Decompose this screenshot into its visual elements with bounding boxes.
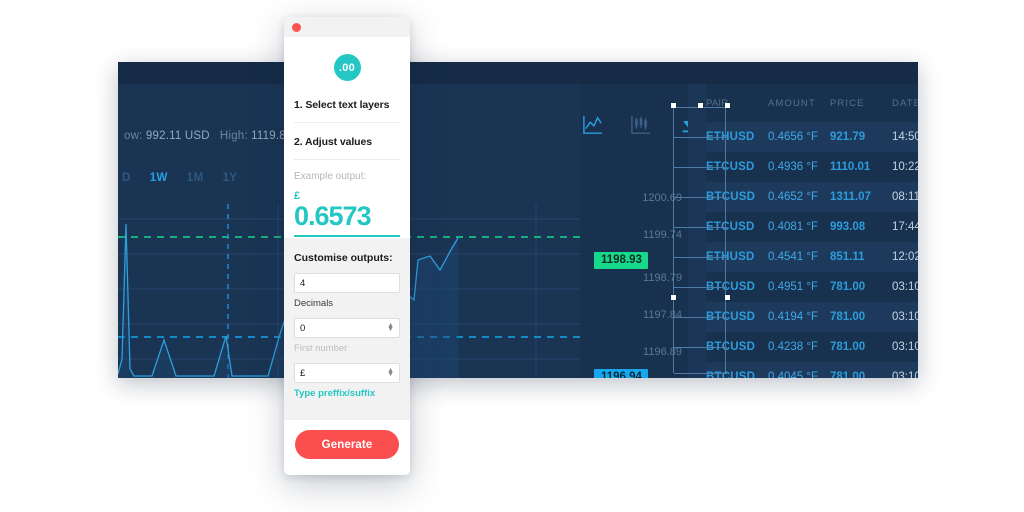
plugin-logo: .00: [333, 54, 361, 81]
customise-outputs-section: Customise outputs: 4 Decimals 0 ▲ ▼ First…: [284, 238, 410, 420]
price-label: 1197.84: [643, 309, 682, 321]
trades-table: PAIR AMOUNT PRICE DATE ETHUSD 0.4656 °F …: [706, 84, 918, 378]
cell-price: 921.79: [830, 131, 866, 143]
cell-amount[interactable]: 0.4238 °F: [768, 341, 830, 353]
table-header-row: PAIR AMOUNT PRICE DATE: [706, 84, 918, 122]
cell-date: 03:10 09/04/17: [892, 371, 918, 378]
first-number-label: First number: [294, 343, 348, 354]
cell-amount[interactable]: 0.4951 °F: [768, 281, 830, 293]
close-icon[interactable]: [292, 23, 301, 32]
cell-amount[interactable]: 0.4936 °F: [768, 161, 830, 173]
price-tag-blue: 1196.94: [594, 369, 648, 378]
timeframe-selector[interactable]: D 1W 1M 1Y: [122, 172, 237, 184]
decimals-input[interactable]: 4: [294, 273, 400, 293]
cell-price: 851.11: [830, 251, 865, 263]
cell-amount[interactable]: 0.4652 °F: [768, 191, 830, 203]
price-label: 1199.74: [643, 229, 682, 241]
table-row[interactable]: BTCUSD 0.4045 °F 781.00 03:10 09/04/17: [706, 362, 918, 378]
price-tag-green: 1198.93: [594, 252, 648, 269]
cell-date: 14:50 18/04/17: [892, 131, 918, 143]
cell-price: 781.00: [830, 371, 866, 378]
trades-table-pane: PAIR AMOUNT PRICE DATE ETHUSD 0.4656 °F …: [688, 84, 918, 378]
cell-amount[interactable]: 0.4541 °F: [768, 251, 830, 263]
price-label: 1196.89: [643, 346, 682, 358]
table-row[interactable]: ETCUSD 0.4081 °F 993.08 17:44 11/04/17: [706, 212, 918, 242]
cell-date: 12:02 10/04/17: [892, 251, 918, 263]
cell-date: 03:10 09/04/17: [892, 281, 918, 293]
cell-price: 781.00: [830, 311, 866, 323]
column-header-price: PRICE: [830, 97, 865, 109]
decimals-label: Decimals: [294, 298, 334, 309]
trading-app-window: ow: 992.11 USD High: 1119.86 USD D 1W 1M…: [118, 62, 918, 378]
cell-price: 781.00: [830, 281, 866, 293]
app-topbar: [118, 62, 918, 84]
price-label: 1198.79: [643, 272, 682, 284]
table-row[interactable]: ETHUSD 0.4541 °F 851.11 12:02 10/04/17: [706, 242, 918, 272]
cell-amount[interactable]: 0.4194 °F: [768, 311, 830, 323]
cell-price: 993.08: [830, 221, 866, 233]
cell-pair: BTCUSD: [706, 281, 756, 293]
cell-pair: ETCUSD: [706, 221, 755, 233]
cell-amount[interactable]: 0.4081 °F: [768, 221, 830, 233]
plugin-panel: .00 1. Select text layers 2. Adjust valu…: [284, 17, 410, 475]
cell-pair: ETCUSD: [706, 161, 755, 173]
prefix-suffix-label[interactable]: Type preffix/suffix: [294, 388, 400, 399]
table-row[interactable]: ETHUSD 0.4656 °F 921.79 14:50 18/04/17: [706, 122, 918, 152]
cell-pair: ETHUSD: [706, 131, 755, 143]
table-row[interactable]: ETCUSD 0.4936 °F 1110.01 10:22 17/04/17: [706, 152, 918, 182]
column-header-amount: AMOUNT: [768, 97, 816, 109]
cell-pair: BTCUSD: [706, 311, 756, 323]
cell-date: 10:22 17/04/17: [892, 161, 918, 173]
cell-pair: BTCUSD: [706, 341, 756, 353]
example-output-label: Example output:: [294, 171, 367, 182]
cell-pair: ETHUSD: [706, 251, 755, 263]
timeframe-d[interactable]: D: [122, 172, 131, 184]
chart-low-value: 992.11 USD: [145, 130, 210, 142]
cell-amount[interactable]: 0.4656 °F: [768, 131, 830, 143]
first-number-select[interactable]: 0 ▲ ▼: [294, 318, 400, 338]
timeframe-1w[interactable]: 1W: [150, 172, 168, 184]
price-scale: 1200.69 1199.74 1198.93 1198.79 1197.84 …: [580, 84, 688, 378]
chevron-updown-icon[interactable]: ▲ ▼: [387, 367, 394, 378]
generate-button[interactable]: Generate: [295, 430, 399, 459]
cell-price: 781.00: [830, 341, 866, 353]
timeframe-1y[interactable]: 1Y: [223, 172, 238, 184]
timeframe-1m[interactable]: 1M: [187, 172, 204, 184]
cell-pair: BTCUSD: [706, 371, 756, 378]
cell-amount[interactable]: 0.4045 °F: [768, 371, 830, 378]
chart-low-label: ow:: [124, 130, 146, 142]
step-adjust-values[interactable]: 2. Adjust values: [294, 123, 400, 160]
cell-price: 1110.01: [830, 161, 871, 173]
cell-price: 1311.07: [830, 191, 871, 203]
decimals-value: 4: [300, 277, 306, 289]
column-header-pair: PAIR: [706, 97, 729, 109]
chart-high-label: High:: [219, 130, 252, 142]
prefix-suffix-value: £: [300, 367, 306, 379]
step-select-text-layers[interactable]: 1. Select text layers: [294, 81, 400, 123]
table-row[interactable]: BTCUSD 0.4951 °F 781.00 03:10 09/04/17: [706, 272, 918, 302]
cell-date: 03:10 09/04/17: [892, 311, 918, 323]
example-output-value: 0.6573: [294, 201, 372, 231]
cell-date: 03:10 09/04/17: [892, 341, 918, 353]
table-row[interactable]: BTCUSD 0.4238 °F 781.00 03:10 09/04/17: [706, 332, 918, 362]
customise-outputs-title: Customise outputs:: [294, 252, 393, 264]
table-row[interactable]: BTCUSD 0.4652 °F 1311.07 08:11 17/04/17: [706, 182, 918, 212]
column-header-date: DATE: [892, 97, 918, 109]
price-label: 1200.69: [642, 192, 682, 204]
prefix-suffix-select[interactable]: £ ▲ ▼: [294, 363, 400, 383]
chevron-updown-icon[interactable]: ▲ ▼: [387, 322, 394, 333]
table-row[interactable]: BTCUSD 0.4194 °F 781.00 03:10 09/04/17: [706, 302, 918, 332]
cell-date: 17:44 11/04/17: [892, 221, 918, 233]
plugin-titlebar: [284, 17, 410, 37]
first-number-value: 0: [300, 322, 306, 334]
cell-date: 08:11 17/04/17: [892, 191, 918, 203]
cell-pair: BTCUSD: [706, 191, 756, 203]
